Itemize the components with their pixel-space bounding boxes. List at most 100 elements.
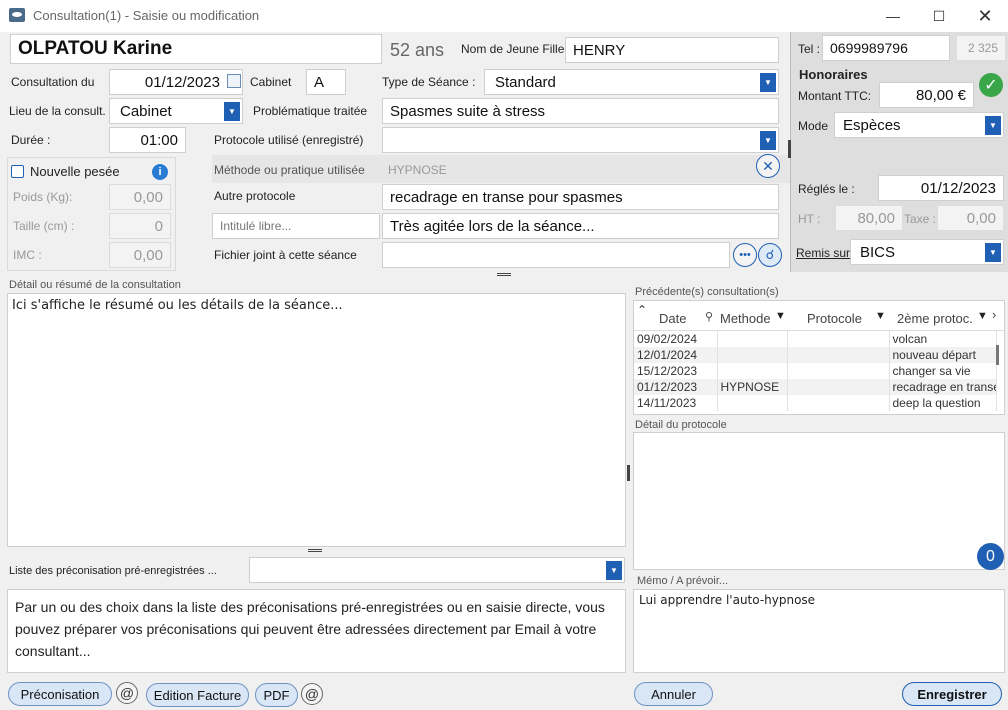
cell-second: deep la question — [889, 395, 997, 411]
chevron-down-icon[interactable]: ▼ — [760, 131, 776, 150]
protocol-label: Protocole utilisé (enregistré) — [214, 133, 364, 147]
cell-method: HYPNOSE — [717, 379, 788, 395]
preconisation-button[interactable]: Préconisation — [8, 682, 112, 706]
pdf-button[interactable]: PDF — [255, 683, 298, 707]
search-icon[interactable]: ⚲ — [705, 310, 713, 323]
history-header: ⌃ Date ⚲ Methode ▼ Protocole ▼ 2ème prot… — [634, 301, 1004, 331]
consult-date-input[interactable]: 01/12/2023 — [109, 69, 243, 95]
table-row[interactable]: 01/12/2023 HYPNOSE recadrage en transe — [634, 379, 997, 395]
cell-date: 15/12/2023 — [634, 363, 718, 379]
chevron-down-icon[interactable]: ▼ — [985, 243, 1001, 262]
calendar-icon[interactable] — [227, 74, 241, 88]
maximize-button[interactable]: ☐ — [916, 0, 962, 32]
attached-file-label: Fichier joint à cette séance — [214, 248, 357, 262]
view-file-icon[interactable]: ☌ — [758, 243, 782, 267]
clear-method-icon[interactable]: ✕ — [756, 154, 780, 178]
history-label: Précédente(s) consultation(s) — [635, 286, 779, 298]
horizontal-splitter-handle[interactable] — [497, 273, 511, 276]
cabinet-input[interactable]: A — [306, 69, 346, 95]
other-protocol-input[interactable]: recadrage en transe pour spasmes — [382, 184, 779, 210]
check-icon: ✓ — [979, 73, 1003, 97]
weight-label: Poids (Kg): — [13, 190, 73, 204]
save-button[interactable]: Enregistrer — [902, 682, 1002, 706]
paid-date-label: Réglés le : — [798, 182, 855, 196]
vertical-splitter-handle[interactable] — [788, 140, 791, 158]
cancel-button[interactable]: Annuler — [634, 682, 713, 706]
invoice-button[interactable]: Edition Facture — [146, 683, 249, 707]
col-second-protocol[interactable]: 2ème protoc. — [897, 311, 973, 326]
method-value: HYPNOSE — [388, 163, 447, 177]
mode-select[interactable]: Espèces ▼ — [834, 112, 1004, 138]
free-title-value[interactable]: Très agitée lors de la séance... — [382, 213, 779, 239]
chevron-down-icon[interactable]: ▼ — [760, 73, 776, 92]
email-preco-icon[interactable]: @ — [116, 682, 138, 704]
email-pdf-icon[interactable]: @ — [301, 683, 323, 705]
other-protocol-label: Autre protocole — [214, 189, 296, 203]
chevron-down-icon[interactable]: ▼ — [606, 561, 622, 580]
preco-list-label: Liste des préconisation pré-enregistrées… — [9, 565, 217, 577]
cell-date: 14/11/2023 — [634, 395, 718, 411]
table-row[interactable]: 14/11/2023 deep la question — [634, 395, 997, 411]
new-weigh-label: Nouvelle pesée — [30, 164, 120, 179]
col-protocol[interactable]: Protocole — [807, 311, 862, 326]
cell-second: changer sa vie — [889, 363, 997, 379]
cabinet-label: Cabinet — [250, 75, 292, 89]
col-date[interactable]: Date — [659, 311, 686, 326]
remis-label: Remis sur — [796, 246, 851, 260]
scrollbar-thumb[interactable] — [996, 345, 999, 365]
chevron-down-icon[interactable]: ▼ — [224, 102, 240, 121]
table-row[interactable]: 15/12/2023 changer sa vie — [634, 363, 997, 379]
scroll-right-icon[interactable]: › — [992, 307, 996, 322]
new-weigh-checkbox[interactable] — [11, 165, 24, 178]
place-label: Lieu de la consult. — [9, 104, 106, 118]
height-input[interactable]: 0 — [109, 213, 171, 239]
vertical-splitter-handle-2[interactable] — [627, 465, 630, 481]
cell-date: 01/12/2023 — [634, 379, 718, 395]
close-window-button[interactable]: ✕ — [962, 0, 1008, 32]
tel-input[interactable]: 0699989796 — [822, 35, 950, 61]
ht-label: HT : — [798, 212, 821, 226]
paid-date-input[interactable]: 01/12/2023 — [878, 175, 1004, 201]
cell-second: recadrage en transe — [889, 379, 997, 395]
scroll-up-icon[interactable]: ⌃ — [637, 303, 647, 317]
preco-list-select[interactable]: ▼ — [249, 557, 625, 583]
place-select[interactable]: Cabinet ▼ — [109, 98, 243, 124]
problem-input[interactable]: Spasmes suite à stress — [382, 98, 779, 124]
cell-date: 09/02/2024 — [634, 331, 718, 347]
minimize-button[interactable]: — — [870, 0, 916, 32]
protocol-detail-area[interactable] — [633, 432, 1005, 570]
filter-icon[interactable]: ▼ — [775, 310, 786, 322]
free-title-input[interactable]: Intitulé libre... — [212, 213, 380, 239]
amount-input[interactable]: 80,00 € — [879, 82, 974, 108]
col-method[interactable]: Methode — [720, 311, 771, 326]
maiden-name-label: Nom de Jeune Fille — [461, 42, 565, 56]
remis-select[interactable]: BICS ▼ — [850, 239, 1004, 265]
count-badge[interactable]: 0 — [977, 543, 1004, 570]
memo-label: Mémo / A prévoir... — [637, 575, 729, 587]
filter-icon[interactable]: ▼ — [875, 310, 886, 322]
memo-textarea[interactable]: Lui apprendre l'auto-hypnose — [633, 589, 1005, 673]
height-label: Taille (cm) : — [13, 219, 75, 233]
info-icon[interactable]: i — [152, 164, 168, 180]
duration-input[interactable]: 01:00 — [109, 127, 186, 153]
imc-input[interactable]: 0,00 — [109, 242, 171, 268]
app-eye-icon — [9, 8, 25, 22]
browse-file-icon[interactable]: ••• — [733, 243, 757, 267]
chevron-down-icon[interactable]: ▼ — [985, 116, 1001, 135]
weight-input[interactable]: 0,00 — [109, 184, 171, 210]
detail-textarea[interactable]: Ici s'affiche le résumé ou les détails d… — [7, 293, 626, 547]
table-row[interactable]: 09/02/2024 volcan — [634, 331, 997, 347]
protocol-detail-label: Détail du protocole — [635, 419, 727, 431]
cell-protocol — [787, 331, 890, 347]
maiden-name-input[interactable]: HENRY — [565, 37, 779, 63]
protocol-select[interactable]: ▼ — [382, 127, 779, 153]
remis-value: BICS — [860, 243, 896, 261]
table-row[interactable]: 12/01/2024 nouveau départ — [634, 347, 997, 363]
patient-name[interactable]: OLPATOU Karine — [10, 34, 382, 64]
horizontal-splitter-handle-2[interactable] — [308, 549, 322, 552]
filter-icon[interactable]: ▼ — [977, 310, 988, 322]
problem-label: Problématique traitée — [253, 104, 368, 118]
attached-file-input[interactable] — [382, 242, 730, 268]
session-type-select[interactable]: Standard ▼ — [484, 69, 779, 95]
preco-textarea[interactable]: Par un ou des choix dans la liste des pr… — [7, 589, 626, 673]
